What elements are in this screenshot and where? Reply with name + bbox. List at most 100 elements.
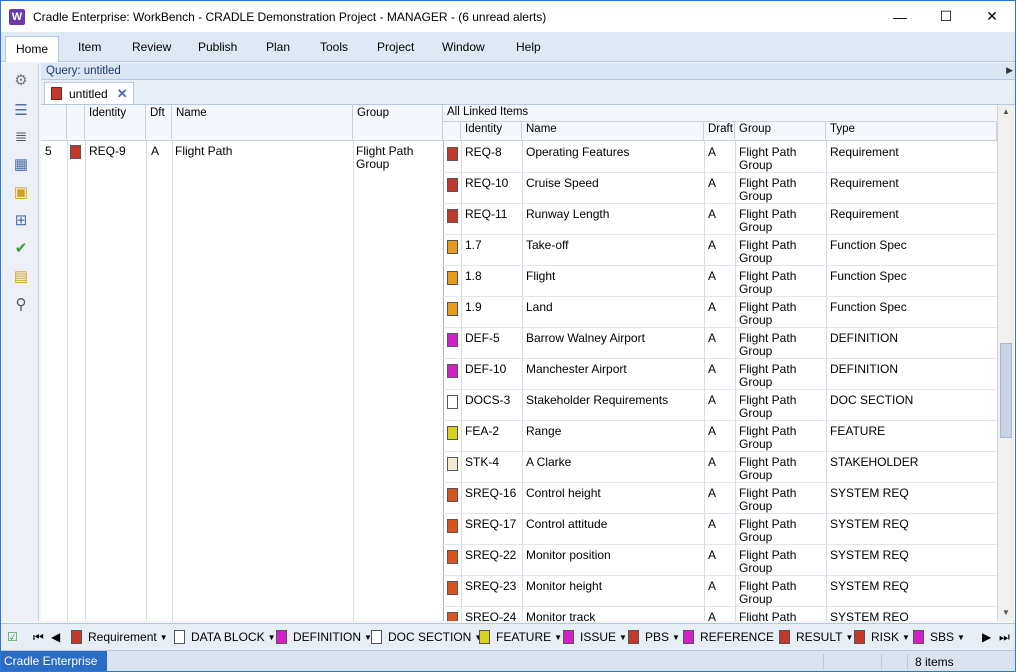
linked-item-row[interactable]: REQ-11 Runway Length A Flight Path Group Req…: [443, 204, 999, 235]
close-button[interactable]: ✕: [969, 1, 1015, 32]
linked-name[interactable]: Manchester Airport: [526, 363, 627, 376]
linked-name[interactable]: Take-off: [526, 239, 568, 252]
linked-identity[interactable]: DEF-10: [465, 363, 506, 376]
linked-identity[interactable]: DEF-5: [465, 332, 500, 345]
linked-item-row[interactable]: REQ-10 Cruise Speed A Flight Path Group Requ…: [443, 173, 999, 204]
maximize-button[interactable]: ☐: [923, 1, 969, 32]
linked-name[interactable]: Flight: [526, 270, 555, 283]
linked-name[interactable]: Control height: [526, 487, 601, 500]
menu-tools[interactable]: Tools: [320, 40, 348, 54]
folders-icon[interactable]: ▤: [10, 267, 32, 287]
linked-item-row[interactable]: 1.8 Flight A Flight Path Group Function Spec: [443, 266, 999, 297]
dropdown-arrow-icon[interactable]: ▼: [619, 633, 627, 642]
linked-name[interactable]: Range: [526, 425, 561, 438]
list-view-icon[interactable]: ☰: [10, 101, 32, 121]
linked-item-row[interactable]: SREQ-22 Monitor position A Flight Path Grou…: [443, 545, 999, 576]
tree-view-icon[interactable]: ⊞: [10, 211, 32, 231]
menu-publish[interactable]: Publish: [198, 40, 237, 54]
dft-column-header[interactable]: Dft: [146, 105, 172, 141]
menu-window[interactable]: Window: [442, 40, 485, 54]
dropdown-arrow-icon[interactable]: ▼: [957, 633, 965, 642]
tab-untitled[interactable]: untitled ✕: [44, 82, 134, 104]
linked-name[interactable]: Land: [526, 301, 553, 314]
search-magnifier-icon[interactable]: ⚲: [10, 295, 32, 315]
linked-name[interactable]: Monitor height: [526, 580, 602, 593]
menu-home[interactable]: Home: [5, 36, 60, 62]
dropdown-arrow-icon[interactable]: ▼: [268, 633, 276, 642]
menu-review[interactable]: Review: [132, 40, 171, 54]
linked-identity[interactable]: 1.7: [465, 239, 482, 252]
item-type-filter[interactable]: FEATURE ▼: [479, 630, 562, 644]
linked-name[interactable]: Runway Length: [526, 208, 609, 221]
settings-gear-icon[interactable]: ⚙: [10, 71, 32, 91]
linked-item-row[interactable]: STK-4 A Clarke A Flight Path Group STAKEHOLD…: [443, 452, 999, 483]
menu-plan[interactable]: Plan: [266, 40, 290, 54]
next-page-icon[interactable]: ▶: [982, 630, 991, 644]
linked-item-row[interactable]: DOCS-3 Stakeholder Requirements A Flight Pa…: [443, 390, 999, 421]
linked-identity[interactable]: SREQ-24: [465, 611, 516, 622]
linked-name[interactable]: Operating Features: [526, 146, 629, 159]
linked-identity[interactable]: DOCS-3: [465, 394, 510, 407]
linked-identity[interactable]: SREQ-17: [465, 518, 516, 531]
item-type-filter[interactable]: DEFINITION ▼: [276, 630, 372, 644]
item-type-filter[interactable]: ISSUE ▼: [563, 630, 627, 644]
folder-lock-icon[interactable]: ▣: [10, 183, 32, 203]
linked-identity[interactable]: STK-4: [465, 456, 499, 469]
scroll-down-arrow-icon[interactable]: ▼: [998, 608, 1014, 620]
linked-draft-header[interactable]: Draft: [704, 122, 735, 141]
dropdown-arrow-icon[interactable]: ▼: [845, 633, 853, 642]
linked-item-row[interactable]: 1.9 Land A Flight Path Group Function Spec: [443, 297, 999, 328]
dropdown-arrow-icon[interactable]: ▼: [672, 633, 680, 642]
linked-name[interactable]: Monitor position: [526, 549, 611, 562]
name-column-header[interactable]: Name: [172, 105, 353, 141]
item-type-filter[interactable]: Requirement ▼: [71, 630, 168, 644]
dropdown-arrow-icon[interactable]: ▼: [160, 633, 168, 642]
last-page-icon[interactable]: ⏭: [999, 630, 1010, 645]
linked-group-header[interactable]: Group: [735, 122, 826, 141]
linked-name-header[interactable]: Name: [522, 122, 704, 141]
expand-arrow-icon[interactable]: ▶: [1006, 65, 1013, 76]
minimize-button[interactable]: —: [877, 1, 923, 32]
linked-identity[interactable]: 1.9: [465, 301, 482, 314]
linked-name[interactable]: A Clarke: [526, 456, 571, 469]
dropdown-arrow-icon[interactable]: ▼: [554, 633, 562, 642]
linked-item-row[interactable]: DEF-5 Barrow Walney Airport A Flight Path G…: [443, 328, 999, 359]
main-name[interactable]: Flight Path: [175, 145, 232, 158]
linked-item-row[interactable]: DEF-10 Manchester Airport A Flight Path Gro…: [443, 359, 999, 390]
tab-close-icon[interactable]: ✕: [117, 86, 128, 102]
linked-identity[interactable]: REQ-11: [465, 208, 507, 221]
scroll-up-arrow-icon[interactable]: ▲: [998, 107, 1014, 119]
linked-item-row[interactable]: SREQ-16 Control height A Flight Path Group S…: [443, 483, 999, 514]
main-identity[interactable]: REQ-9: [89, 145, 126, 158]
item-type-filter[interactable]: PBS ▼: [628, 630, 680, 644]
menu-item[interactable]: Item: [78, 40, 101, 54]
linked-item-row[interactable]: 1.7 Take-off A Flight Path Group Function Sp…: [443, 235, 999, 266]
item-type-filter[interactable]: RESULT ▼: [779, 630, 853, 644]
item-type-filter[interactable]: DOC SECTION▼: [371, 630, 482, 644]
item-type-filter[interactable]: SBS ▼: [913, 630, 965, 644]
group-column-header[interactable]: Group: [353, 105, 443, 141]
checklist-icon[interactable]: ☑: [7, 630, 18, 644]
linked-type-header[interactable]: Type: [826, 122, 997, 141]
linked-identity[interactable]: REQ-8: [465, 146, 502, 159]
item-type-filter[interactable]: RISK ▼: [854, 630, 910, 644]
item-type-filter[interactable]: REFERENCE▼: [683, 630, 785, 644]
linked-item-row[interactable]: FEA-2 Range A Flight Path Group FEATURE: [443, 421, 999, 452]
menu-help[interactable]: Help: [516, 40, 541, 54]
dropdown-arrow-icon[interactable]: ▼: [902, 633, 910, 642]
linked-name[interactable]: Stakeholder Requirements: [526, 394, 668, 407]
linked-identity[interactable]: 1.8: [465, 270, 482, 283]
previous-page-icon[interactable]: ◀: [51, 630, 60, 644]
linked-name[interactable]: Control attitude: [526, 518, 607, 531]
vertical-scrollbar[interactable]: ▲ ▼: [997, 105, 1014, 621]
calendar-icon[interactable]: ▦: [10, 155, 32, 175]
linked-item-row[interactable]: SREQ-24 Monitor track A Flight Path Group SY…: [443, 607, 999, 621]
scroll-thumb[interactable]: [1000, 343, 1012, 438]
linked-identity[interactable]: REQ-10: [465, 177, 508, 190]
linked-identity[interactable]: FEA-2: [465, 425, 499, 438]
linked-name[interactable]: Cruise Speed: [526, 177, 599, 190]
linked-identity[interactable]: SREQ-22: [465, 549, 516, 562]
identity-column-header[interactable]: Identity: [85, 105, 146, 141]
linked-identity[interactable]: SREQ-16: [465, 487, 516, 500]
item-type-filter[interactable]: DATA BLOCK ▼: [174, 630, 276, 644]
